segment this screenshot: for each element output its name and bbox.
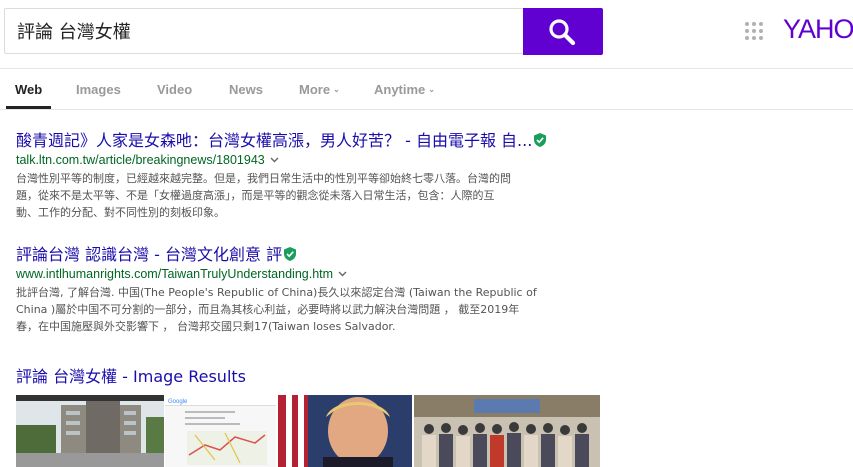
search-input[interactable] [5,9,523,53]
map-screenshot-image: Google [165,395,276,467]
chevron-down-icon[interactable] [338,271,347,277]
tab-images[interactable]: Images [76,82,121,97]
result-url[interactable]: talk.ltn.com.tw/article/breakingnews/180… [16,151,616,169]
tabs-divider [0,109,853,110]
result-title-link[interactable]: 酸青週記》人家是女森吔：台灣女權高漲，男人好苦？ - 自由電子報 自... [16,131,616,151]
chevron-down-icon: ⌄ [333,85,340,94]
result-snippet: 批評台灣, 了解台灣. 中国(The People's Republic of … [16,286,537,333]
result-title-link[interactable]: 評論台灣 認識台灣 - 台灣文化創意 評 [16,245,616,265]
tab-more[interactable]: More ⌄ [299,82,340,97]
tab-news[interactable]: News [229,82,263,97]
result-snippet: 台灣性別平等的制度，已經越來越完整。但是，我們日常生活中的性別平等卻始終七零八落… [16,172,511,219]
chevron-down-icon: ⌄ [428,85,435,94]
image-thumbnail[interactable] [16,395,164,467]
search-result: 酸青週記》人家是女森吔：台灣女權高漲，男人好苦？ - 自由電子報 自... ta… [16,131,616,221]
search-box[interactable] [4,8,523,54]
search-button[interactable] [523,8,603,55]
chevron-down-icon[interactable] [270,157,279,163]
verified-shield-icon [284,247,297,261]
building-image [16,395,164,467]
image-thumbnail[interactable] [278,395,412,467]
search-result: 評論台灣 認識台灣 - 台灣文化創意 評 www.intlhumanrights… [16,245,616,335]
yahoo-logo[interactable]: YAHOO [783,14,853,45]
image-thumbnail[interactable]: Google [165,395,276,467]
tab-web[interactable]: Web [15,82,42,97]
verified-shield-icon [534,133,547,147]
search-icon [549,19,576,46]
group-photo-image [414,395,600,467]
header-divider [0,68,853,69]
svg-text:Google: Google [168,399,188,405]
result-url[interactable]: www.intlhumanrights.com/TaiwanTrulyUnder… [16,265,616,283]
image-results-link[interactable]: 評論 台灣女權 - Image Results [16,363,246,387]
apps-grid-icon[interactable] [745,22,765,42]
portrait-image [278,395,412,467]
tab-anytime[interactable]: Anytime ⌄ [374,82,435,97]
image-thumbnail[interactable] [414,395,600,467]
tab-video[interactable]: Video [157,82,192,97]
